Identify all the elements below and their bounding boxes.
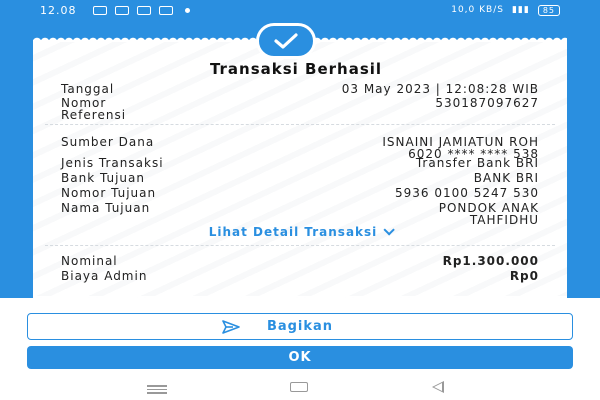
row-label: Biaya Admin: [61, 269, 148, 283]
detail-row-account: Nomor Tujuan 5936 0100 5247 530: [61, 187, 539, 199]
row-value: Transfer Bank BRI: [415, 156, 539, 170]
notification-icons: [92, 5, 190, 15]
divider: [45, 124, 555, 125]
message-icon: [92, 5, 107, 15]
network-speed: 10,0 KB/S: [451, 5, 504, 15]
row-value: BANK BRI: [473, 171, 539, 185]
row-value: Rp1.300.000: [442, 254, 539, 268]
page-title-text: Transaksi Berhasil: [209, 60, 383, 78]
app-icon: [158, 5, 173, 15]
ok-label: OK: [288, 350, 312, 365]
row-value: Rp0: [509, 269, 539, 283]
row-label: Tanggal: [61, 82, 115, 96]
home-icon[interactable]: [290, 382, 308, 392]
row-value: 530187097627: [435, 96, 539, 110]
share-label: Bagikan: [266, 319, 334, 334]
row-label: Jenis Transaksi: [61, 156, 164, 170]
row-label: Nomor Referensi: [61, 96, 127, 122]
share-button[interactable]: Bagikan: [27, 313, 573, 340]
row-value: PONDOK ANAK TAHFIDHU: [438, 201, 539, 227]
status-bar: 12.08 10,0 KB/S ▮▮▮ 85: [0, 0, 600, 20]
divider: [45, 245, 555, 246]
chat-icon: [136, 5, 151, 15]
detail-row-reference: Nomor Referensi 530187097627: [61, 97, 539, 121]
detail-row-recipient: Nama Tujuan PONDOK ANAK TAHFIDHU: [61, 202, 539, 226]
check-icon: [274, 33, 298, 49]
status-time: 12.08: [40, 3, 77, 17]
back-icon[interactable]: [432, 381, 444, 393]
row-label: Nominal: [61, 254, 118, 268]
detail-row-fee: Biaya Admin Rp0: [61, 270, 539, 282]
status-right: 10,0 KB/S ▮▮▮ 85: [451, 4, 560, 16]
view-details-link[interactable]: Lihat Detail Transaksi: [0, 224, 600, 239]
send-icon: [222, 320, 240, 334]
app-icon: [114, 5, 129, 15]
page-title: Transaksi Berhasil: [0, 60, 600, 78]
success-check-badge: [256, 23, 316, 59]
view-details-label: Lihat Detail Transaksi: [208, 225, 378, 239]
row-label: Bank Tujuan: [61, 171, 145, 185]
recent-apps-icon[interactable]: [147, 385, 167, 396]
system-nav-bar: [0, 374, 600, 400]
signal-icon: ▮▮▮: [511, 5, 530, 15]
detail-row-type: Jenis Transaksi Transfer Bank BRI: [61, 157, 539, 169]
detail-row-bank: Bank Tujuan BANK BRI: [61, 172, 539, 184]
row-label: Nomor Tujuan: [61, 186, 157, 200]
ok-button[interactable]: OK: [27, 346, 573, 369]
battery-icon: 85: [537, 4, 560, 16]
row-value: 03 May 2023 | 12:08:28 WIB: [341, 82, 539, 96]
row-label: Nama Tujuan: [61, 201, 151, 215]
chevron-down-icon: [383, 224, 396, 236]
row-value: 5936 0100 5247 530: [395, 186, 539, 200]
detail-row-amount: Nominal Rp1.300.000: [61, 255, 539, 267]
detail-row-date: Tanggal 03 May 2023 | 12:08:28 WIB: [61, 83, 539, 95]
more-dot-icon: [184, 7, 190, 13]
